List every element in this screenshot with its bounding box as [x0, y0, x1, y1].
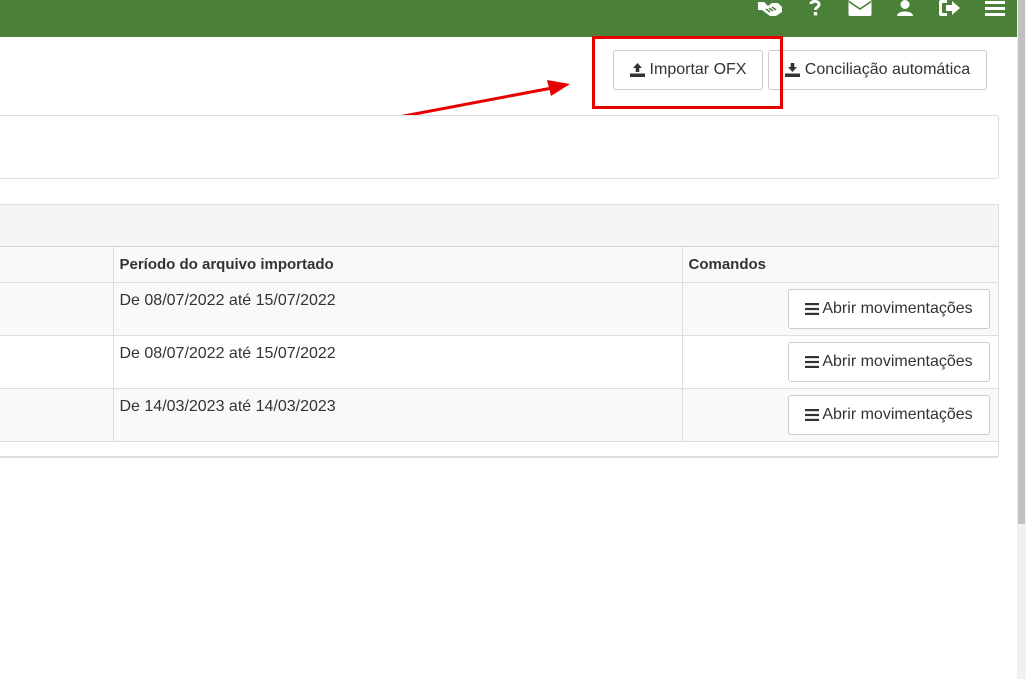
column-header: [0, 247, 114, 283]
envelope-icon[interactable]: [837, 0, 882, 20]
open-movements-label: Abrir movimentações: [822, 405, 973, 423]
annotation-highlight-box: [592, 36, 783, 109]
panel-heading: [0, 205, 998, 247]
handshake-icon[interactable]: [747, 0, 792, 20]
open-movements-label: Abrir movimentações: [822, 299, 973, 317]
column-header-period: Período do arquivo importado: [113, 247, 683, 283]
table-bottom-border: [0, 456, 998, 458]
sign-out-icon[interactable]: [927, 0, 972, 20]
commands-cell: Abrir movimentações: [682, 282, 998, 336]
column-header-commands: Comandos: [682, 247, 998, 283]
table-row: De 08/07/2022 até 15/07/2022 Abrir movim…: [0, 335, 998, 389]
top-navbar: [0, 0, 1017, 37]
table-header-row: Período do arquivo importado Comandos: [0, 247, 998, 283]
question-icon[interactable]: [792, 0, 837, 20]
list-icon: [805, 355, 820, 368]
imported-files-table: Período do arquivo importado Comandos De…: [0, 247, 998, 442]
user-icon[interactable]: [882, 0, 927, 20]
imported-files-panel: Período do arquivo importado Comandos De…: [0, 204, 999, 458]
scrollbar-thumb[interactable]: [1018, 0, 1025, 524]
commands-cell: Abrir movimentações: [682, 388, 998, 442]
open-movements-label: Abrir movimentações: [822, 352, 973, 370]
list-icon: [805, 408, 820, 421]
automatic-reconciliation-button[interactable]: Conciliação automática: [768, 50, 987, 90]
period-cell: De 14/03/2023 até 14/03/2023: [113, 388, 683, 442]
navbar-icons: [747, 0, 1017, 37]
table-row: De 08/07/2022 até 15/07/2022 Abrir movim…: [0, 282, 998, 336]
open-movements-button[interactable]: Abrir movimentações: [788, 394, 990, 435]
open-movements-button[interactable]: Abrir movimentações: [788, 288, 990, 329]
list-icon: [805, 302, 820, 315]
page-scrollbar[interactable]: [1017, 0, 1026, 679]
filter-panel: [0, 115, 999, 179]
period-cell: De 08/07/2022 até 15/07/2022: [113, 335, 683, 389]
automatic-reconciliation-label: Conciliação automática: [804, 61, 971, 78]
commands-cell: Abrir movimentações: [682, 335, 998, 389]
table-cell: [0, 388, 114, 442]
open-movements-button[interactable]: Abrir movimentações: [788, 341, 990, 382]
period-cell: De 08/07/2022 até 15/07/2022: [113, 282, 683, 336]
menu-icon[interactable]: [972, 0, 1017, 20]
download-icon: [784, 63, 800, 77]
table-cell: [0, 282, 114, 336]
table-cell: [0, 335, 114, 389]
table-row: De 14/03/2023 até 14/03/2023 Abrir movim…: [0, 388, 998, 442]
